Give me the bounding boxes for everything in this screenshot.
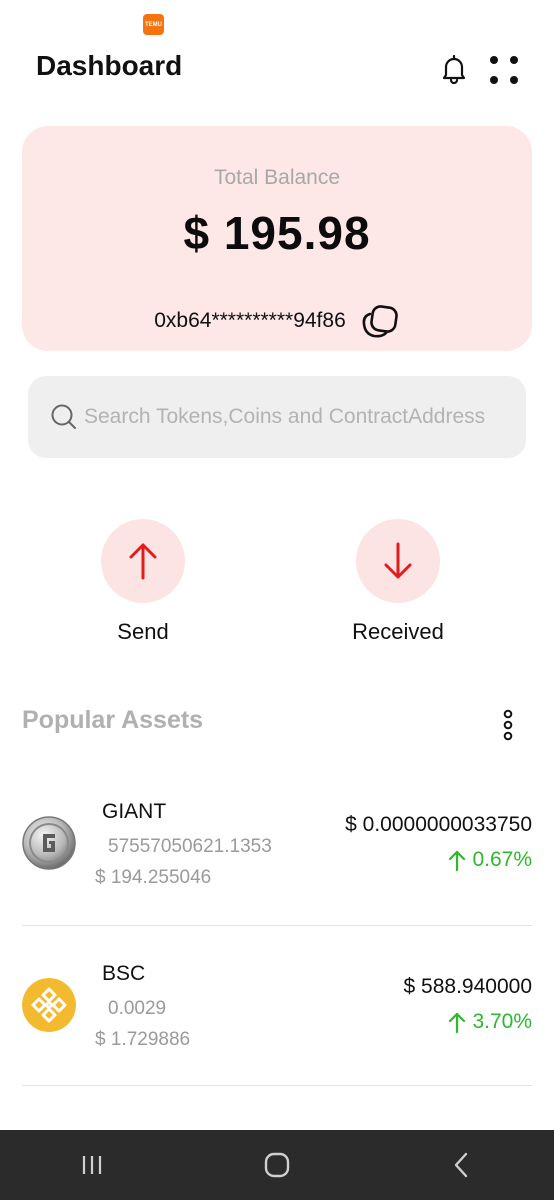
more-vertical-icon[interactable] [498, 708, 518, 742]
balance-card: Total Balance $ 195.98 0xb64**********94… [22, 126, 532, 351]
giant-coin-icon [22, 816, 76, 870]
asset-change-value: 0.67% [472, 848, 532, 871]
arrow-down-icon [384, 542, 412, 579]
recent-apps-button[interactable] [62, 1140, 122, 1190]
copy-icon[interactable] [360, 304, 400, 340]
page-title: Dashboard [36, 50, 183, 81]
asset-name: GIANT [102, 800, 167, 823]
received-button[interactable]: Received [323, 519, 473, 649]
recent-apps-icon [83, 1156, 102, 1174]
asset-value: $ 194.255046 [95, 867, 212, 888]
grid-menu-icon[interactable] [486, 52, 522, 88]
received-label: Received [352, 619, 444, 644]
send-label: Send [117, 619, 169, 644]
bnb-coin-icon [22, 978, 76, 1032]
search-input[interactable] [84, 405, 504, 429]
balance-value: $ 195.98 [183, 207, 371, 259]
trend-up-icon [449, 1012, 466, 1033]
asset-name: BSC [102, 962, 146, 985]
asset-amount: 0.0029 [108, 998, 167, 1019]
asset-value: $ 1.729886 [95, 1029, 191, 1050]
temu-notification-icon: TEMU [143, 14, 164, 35]
search-icon [51, 404, 76, 429]
dashboard-screen: TEMU Dashboard Total Balance $ 195.98 0x… [0, 0, 554, 1200]
home-button[interactable] [247, 1140, 307, 1190]
asset-change-value: 3.70% [472, 1010, 532, 1033]
divider [22, 925, 532, 926]
send-circle[interactable] [101, 519, 185, 603]
balance-label: Total Balance [213, 166, 341, 189]
asset-change: 0.67% [448, 848, 532, 872]
wallet-address: 0xb64**********94f86 [154, 309, 346, 332]
header: Dashboard [0, 40, 554, 100]
back-icon [454, 1152, 467, 1178]
asset-row-giant[interactable]: GIANT 57557050621.1353 $ 194.255046 $ 0.… [22, 770, 532, 930]
search-bar[interactable] [28, 376, 526, 458]
popular-assets-title: Popular Assets [22, 706, 204, 734]
asset-price: $ 0.0000000033750 [345, 813, 532, 836]
asset-row-bsc[interactable]: BSC 0.0029 $ 1.729886 $ 588.940000 3.70% [22, 932, 532, 1092]
wallet-address-row: 0xb64**********94f86 [22, 302, 532, 340]
asset-price: $ 588.940000 [403, 975, 532, 998]
system-nav-bar [0, 1130, 554, 1200]
send-button[interactable]: Send [68, 519, 218, 649]
home-icon [264, 1152, 290, 1178]
trend-up-icon [449, 850, 466, 871]
asset-change: 3.70% [448, 1010, 532, 1034]
asset-amount: 57557050621.1353 [108, 836, 272, 857]
divider [22, 1085, 532, 1086]
received-circle[interactable] [356, 519, 440, 603]
arrow-up-icon [129, 543, 157, 580]
notification-badge-text: TEMU [145, 21, 162, 28]
bell-icon[interactable] [440, 54, 468, 84]
back-button[interactable] [432, 1140, 492, 1190]
